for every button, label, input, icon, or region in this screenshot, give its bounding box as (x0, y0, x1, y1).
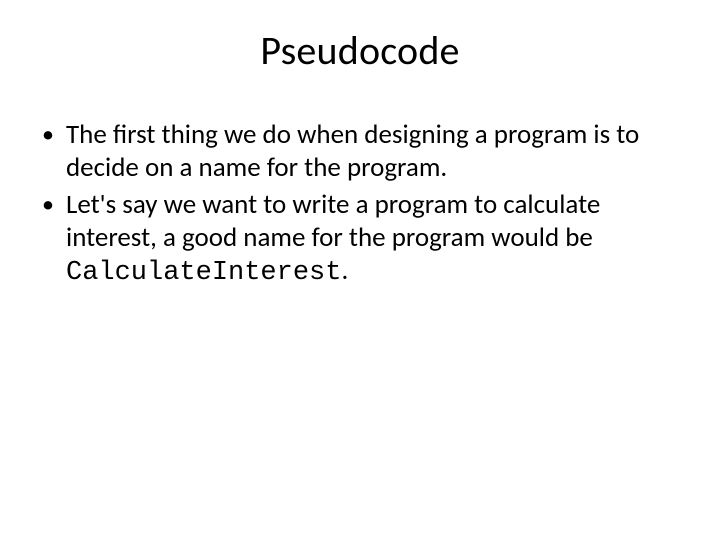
slide-title: Pseudocode (38, 26, 682, 75)
slide: Pseudocode The first thing we do when de… (0, 0, 720, 540)
bullet-text-prefix: Let's say we want to write a program to … (66, 188, 600, 254)
list-item: Let's say we want to write a program to … (38, 189, 682, 290)
code-inline: CalculateInterest (66, 258, 341, 288)
bullet-text: The first thing we do when designing a p… (66, 118, 639, 184)
list-item: The first thing we do when designing a p… (38, 119, 682, 185)
bullet-text-suffix: . (341, 254, 348, 287)
bullet-list: The first thing we do when designing a p… (38, 119, 682, 290)
